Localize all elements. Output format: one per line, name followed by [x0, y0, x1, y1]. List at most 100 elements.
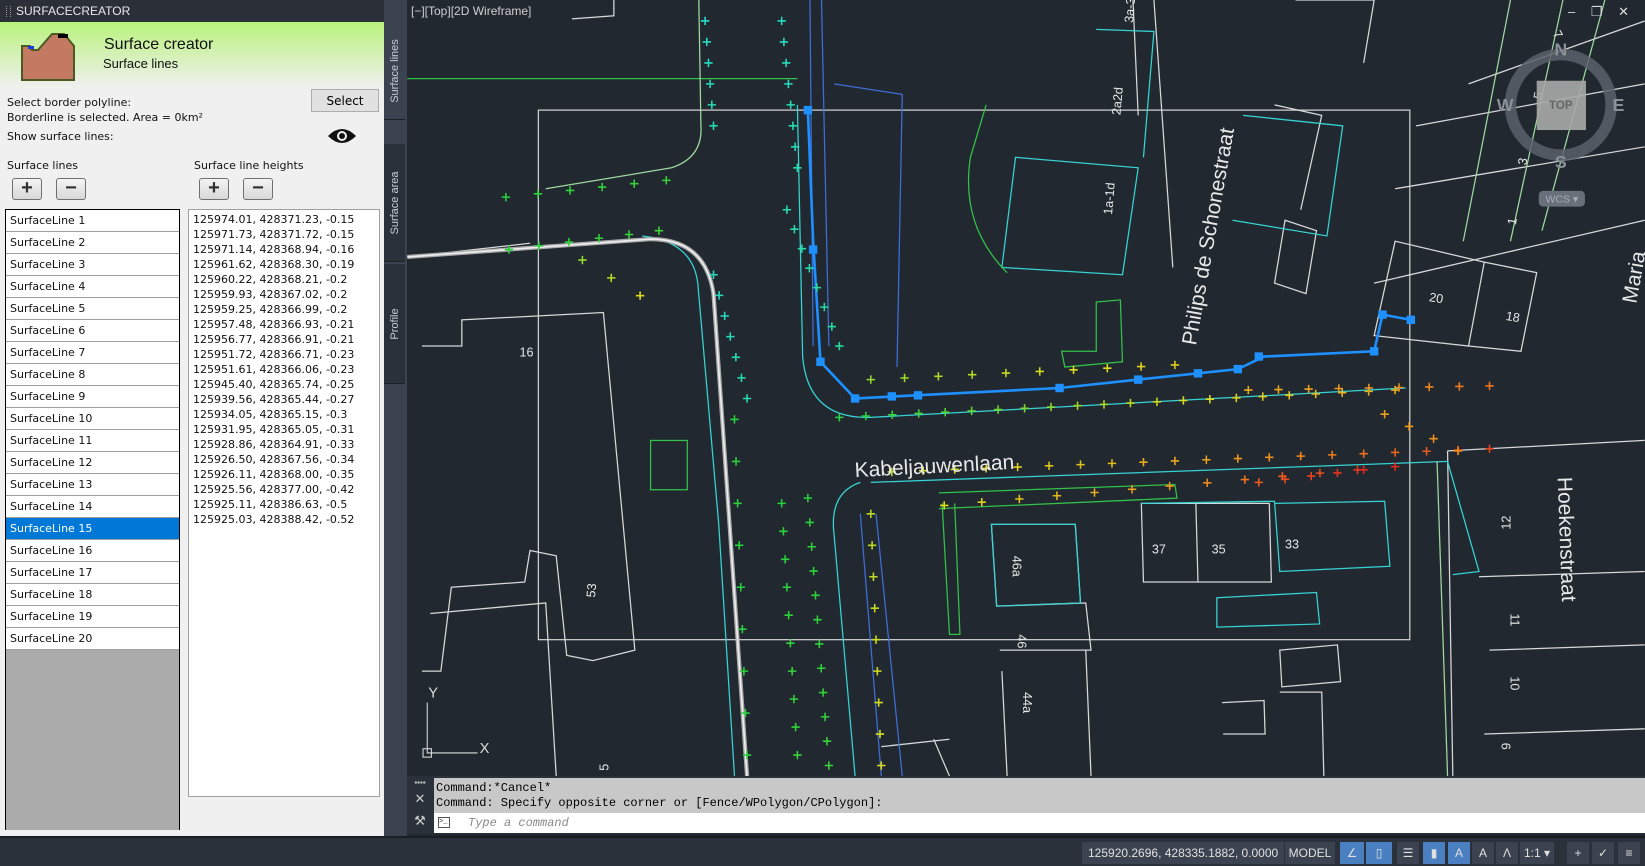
model-space-button[interactable]: MODEL	[1285, 842, 1335, 864]
height-item[interactable]: 125925.03, 428388.42, -0.52	[193, 512, 375, 527]
surface-line-item[interactable]: SurfaceLine 9	[6, 386, 179, 408]
surface-line-item[interactable]: SurfaceLine 8	[6, 364, 179, 386]
height-item[interactable]: 125971.73, 428371.72, -0.15	[193, 227, 375, 242]
drawing-viewport[interactable]: Kabeljauwenlaan Philips de Schonestraat …	[407, 0, 1645, 776]
wrench-icon[interactable]: ⚒	[407, 813, 433, 829]
height-item[interactable]: 125951.72, 428366.71, -0.23	[193, 347, 375, 362]
surface-line-item[interactable]: SurfaceLine 1	[6, 210, 179, 232]
ortho-icon[interactable]: ∠	[1340, 842, 1364, 864]
eye-icon[interactable]	[327, 127, 357, 145]
viewport-controls-label[interactable]: [−][Top][2D Wireframe]	[411, 4, 531, 18]
prompt-icon[interactable]: >_	[438, 817, 450, 828]
height-item[interactable]: 125945.40, 428365.74, -0.25	[193, 377, 375, 392]
polyline-vertex[interactable]	[808, 245, 818, 254]
remove-height-button[interactable]: −	[243, 178, 273, 200]
surface-line-item[interactable]: SurfaceLine 11	[6, 430, 179, 452]
annotation-visibility-icon[interactable]: A	[1448, 842, 1470, 864]
viewcube-top[interactable]: TOP	[1549, 100, 1573, 112]
viewport-window-controls[interactable]: – ❐ ✕	[1568, 4, 1635, 20]
scale-dropdown[interactable]: 1:1 ▾	[1520, 842, 1554, 864]
height-item[interactable]: 125926.50, 428367.56, -0.34	[193, 452, 375, 467]
surface-line-item[interactable]: SurfaceLine 6	[6, 320, 179, 342]
surface-point-marker	[738, 624, 747, 634]
select-button[interactable]: Select	[311, 89, 379, 112]
polyline-vertex[interactable]	[913, 391, 923, 400]
surface-line-item[interactable]: SurfaceLine 2	[6, 232, 179, 254]
height-item[interactable]: 125951.61, 428366.06, -0.23	[193, 362, 375, 377]
annotation-scale-icon[interactable]: Λ	[1496, 842, 1518, 864]
polar-icon[interactable]: ▯	[1366, 842, 1392, 864]
polyline-vertex[interactable]	[1233, 364, 1243, 374]
tab-profile[interactable]: Profile	[384, 264, 405, 384]
lineweight-icon[interactable]: ☰	[1397, 842, 1419, 864]
surface-line-item[interactable]: SurfaceLine 14	[6, 496, 179, 518]
surface-line-item[interactable]: SurfaceLine 16	[6, 540, 179, 562]
surface-line-item[interactable]: SurfaceLine 12	[6, 452, 179, 474]
height-item[interactable]: 125971.14, 428368.94, -0.16	[193, 242, 375, 257]
polyline-vertex[interactable]	[1369, 347, 1379, 356]
plus-icon[interactable]: +	[1567, 842, 1589, 864]
add-line-button[interactable]: +	[12, 178, 42, 200]
height-item[interactable]: 125925.56, 428377.00, -0.42	[193, 482, 375, 497]
surface-line-item[interactable]: SurfaceLine 7	[6, 342, 179, 364]
workspace-icon[interactable]: ✓	[1592, 842, 1614, 864]
command-input[interactable]: >_ Type a command	[434, 813, 1645, 833]
panel-title[interactable]: SURFACECREATOR	[0, 0, 384, 22]
tab-surface-lines[interactable]: Surface lines	[384, 22, 405, 120]
surface-line-item[interactable]: SurfaceLine 20	[6, 628, 179, 650]
autoscale-icon[interactable]: A	[1472, 842, 1494, 864]
height-item[interactable]: 125959.25, 428366.99, -0.2	[193, 302, 375, 317]
height-item[interactable]: 125928.86, 428364.91, -0.33	[193, 437, 375, 452]
surface-line-item[interactable]: SurfaceLine 10	[6, 408, 179, 430]
polyline-vertex[interactable]	[1406, 315, 1416, 325]
polyline-vertex[interactable]	[1055, 383, 1064, 393]
surface-line-item[interactable]: SurfaceLine 5	[6, 298, 179, 320]
polyline-vertex[interactable]	[1378, 310, 1387, 319]
polyline-vertex[interactable]	[816, 357, 825, 366]
height-item[interactable]: 125925.11, 428386.63, -0.5	[193, 497, 375, 512]
height-item[interactable]: 125959.93, 428367.02, -0.2	[193, 287, 375, 302]
polyline-vertex[interactable]	[887, 392, 896, 401]
surface-point-marker	[736, 583, 745, 592]
compass-e[interactable]: E	[1613, 95, 1625, 115]
height-item[interactable]: 125931.95, 428365.05, -0.31	[193, 422, 375, 437]
surface-line-item[interactable]: SurfaceLine 4	[6, 276, 179, 298]
surface-line-item[interactable]: SurfaceLine 15	[6, 518, 179, 540]
menu-icon[interactable]: ≡	[1618, 842, 1640, 864]
height-item[interactable]: 125974.01, 428371.23, -0.15	[193, 212, 375, 227]
polyline-vertex[interactable]	[803, 105, 813, 115]
surface-line-item[interactable]: SurfaceLine 3	[6, 254, 179, 276]
polyline-vertex[interactable]	[850, 394, 860, 403]
surface-line-item[interactable]: SurfaceLine 17	[6, 562, 179, 584]
add-height-button[interactable]: +	[199, 178, 229, 200]
surface-point-marker	[786, 100, 795, 110]
height-item[interactable]: 125939.56, 428365.44, -0.27	[193, 392, 375, 407]
coordinates-readout[interactable]: 125920.2696, 428335.1882, 0.0000	[1082, 842, 1285, 864]
height-item[interactable]: 125957.48, 428366.93, -0.21	[193, 317, 375, 332]
transparency-icon[interactable]: ▮	[1423, 842, 1445, 864]
compass-n[interactable]: N	[1554, 40, 1567, 60]
surface-point-marker	[1422, 447, 1431, 456]
remove-line-button[interactable]: −	[56, 178, 86, 200]
height-item[interactable]: 125934.05, 428365.15, -0.3	[193, 407, 375, 422]
height-item[interactable]: 125926.11, 428368.00, -0.35	[193, 467, 375, 482]
polyline-vertex[interactable]	[1254, 352, 1263, 361]
grip-icon[interactable]: ▪▪▪▪	[407, 778, 433, 787]
height-item[interactable]: 125960.22, 428368.21, -0.2	[193, 272, 375, 287]
tab-surface-area[interactable]: Surface area	[384, 144, 405, 262]
surface-line-item[interactable]: SurfaceLine 18	[6, 584, 179, 606]
close-icon[interactable]: ✕	[407, 791, 433, 807]
compass-s[interactable]: S	[1555, 152, 1567, 172]
drawing-canvas[interactable]: Kabeljauwenlaan Philips de Schonestraat …	[407, 0, 1645, 776]
polyline-vertex[interactable]	[1193, 369, 1203, 378]
surface-line-item[interactable]: SurfaceLine 13	[6, 474, 179, 496]
surface-line-item[interactable]: SurfaceLine 19	[6, 606, 179, 628]
viewcube[interactable]: TOP N S W E WCS ▾	[1497, 40, 1625, 207]
wcs-dropdown[interactable]: WCS ▾	[1546, 194, 1579, 205]
height-item[interactable]: 125956.77, 428366.91, -0.21	[193, 332, 375, 347]
surface-lines-list[interactable]: SurfaceLine 1 SurfaceLine 2 SurfaceLine 3S…	[5, 209, 180, 830]
surface-heights-list[interactable]: 125974.01, 428371.23, -0.15 125971.73, 42…	[188, 209, 380, 797]
polyline-vertex[interactable]	[1134, 375, 1143, 384]
compass-w[interactable]: W	[1497, 95, 1514, 115]
height-item[interactable]: 125961.62, 428368.30, -0.19	[193, 257, 375, 272]
